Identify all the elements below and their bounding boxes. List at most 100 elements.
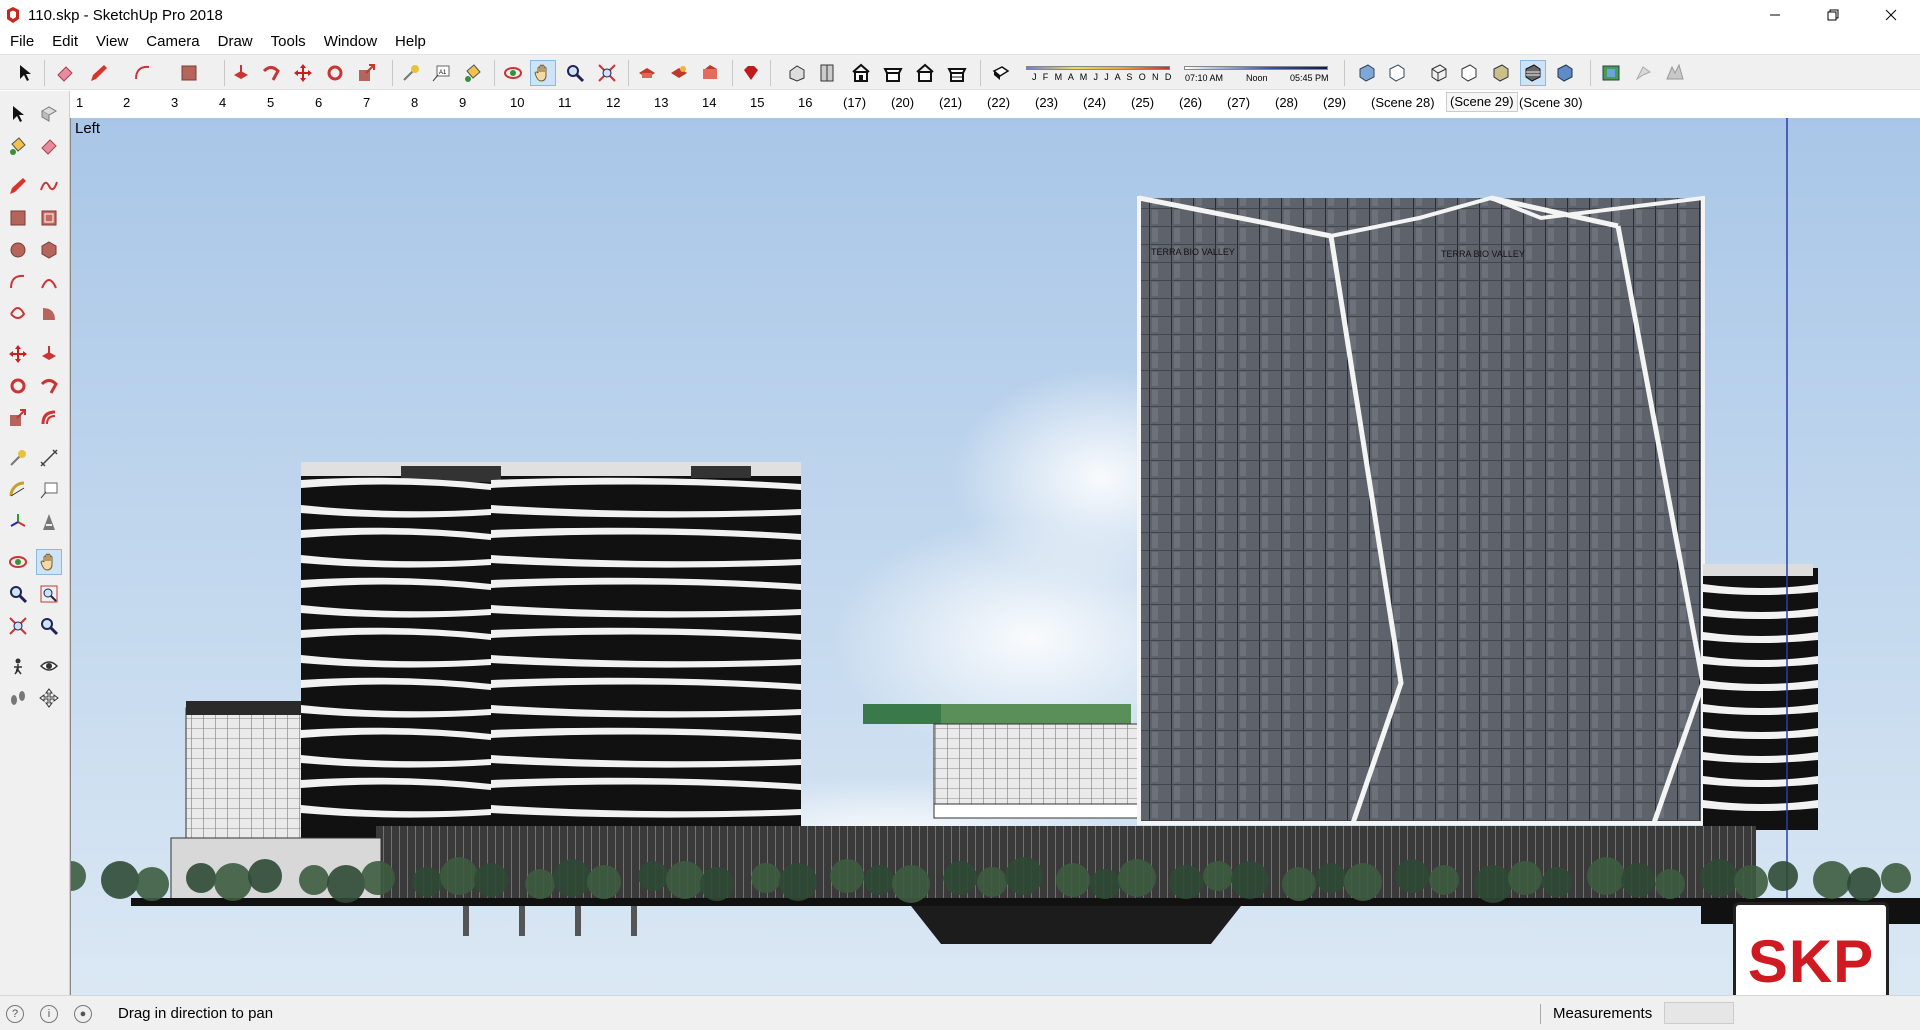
lt-rotate-button[interactable] <box>5 373 31 399</box>
lt-circle-button[interactable] <box>5 237 31 263</box>
lt-pie-button[interactable] <box>36 301 62 327</box>
lt-rectangle-button[interactable] <box>5 205 31 231</box>
lt-rotated-rectangle-button[interactable] <box>36 205 62 231</box>
menu-edit[interactable]: Edit <box>50 33 86 50</box>
scene-tab[interactable]: 9 <box>459 95 466 110</box>
scene-tab[interactable]: (24) <box>1083 95 1106 110</box>
scene-tab[interactable]: 3 <box>171 95 178 110</box>
zoom-extents-button[interactable] <box>594 60 620 86</box>
lt-offset-button[interactable] <box>36 405 62 431</box>
lt-look-around-button[interactable] <box>36 653 62 679</box>
rotate-tool-button[interactable] <box>322 60 348 86</box>
lt-followme-button[interactable] <box>36 373 62 399</box>
shadows-toggle-button[interactable] <box>988 60 1014 86</box>
scene-tab[interactable]: 12 <box>606 95 620 110</box>
rectangle-tool-button[interactable] <box>176 60 202 86</box>
select-tool-button[interactable] <box>12 60 38 86</box>
arc-tool-button[interactable] <box>130 60 156 86</box>
zoom-tool-button[interactable] <box>562 60 588 86</box>
measurements-input[interactable] <box>1664 1002 1734 1024</box>
lt-text-button[interactable] <box>36 477 62 503</box>
menu-window[interactable]: Window <box>322 33 385 50</box>
right-view-button[interactable] <box>880 60 906 86</box>
lt-axes-button[interactable] <box>5 509 31 535</box>
scene-tab[interactable]: 6 <box>315 95 322 110</box>
scene-tab[interactable]: (26) <box>1179 95 1202 110</box>
eraser-tool-button[interactable] <box>52 60 78 86</box>
shaded-style-button[interactable] <box>1488 60 1514 86</box>
scene-tab[interactable]: (20) <box>891 95 914 110</box>
lt-tape-measure-button[interactable] <box>5 445 31 471</box>
lt-scale-button[interactable] <box>5 405 31 431</box>
menu-tools[interactable]: Tools <box>269 33 314 50</box>
lt-move-button[interactable] <box>5 341 31 367</box>
followme-tool-button[interactable] <box>258 60 284 86</box>
monochrome-style-button[interactable] <box>1552 60 1578 86</box>
scene-tab[interactable]: (17) <box>843 95 866 110</box>
menu-draw[interactable]: Draw <box>216 33 261 50</box>
lt-protractor-button[interactable] <box>5 477 31 503</box>
menu-file[interactable]: File <box>8 33 42 50</box>
orbit-tool-button[interactable] <box>500 60 526 86</box>
credits-info-icon[interactable]: i <box>40 1005 58 1023</box>
lt-pan-button[interactable] <box>36 549 62 575</box>
warehouse-button[interactable] <box>634 60 660 86</box>
scene-tab[interactable]: (Scene 30) <box>1519 95 1583 110</box>
minimize-button[interactable] <box>1746 0 1804 30</box>
back-view-button[interactable] <box>912 60 938 86</box>
scene-tab[interactable]: 10 <box>510 95 524 110</box>
lt-pushpull-button[interactable] <box>36 341 62 367</box>
hidden-line-style-button[interactable] <box>1456 60 1482 86</box>
scene-tab[interactable]: 8 <box>411 95 418 110</box>
lt-select-button[interactable] <box>5 101 31 127</box>
extension-warehouse-button[interactable] <box>698 60 724 86</box>
scene-tab[interactable]: (29) <box>1323 95 1346 110</box>
wireframe-style-button[interactable] <box>1426 60 1452 86</box>
move-tool-button[interactable] <box>290 60 316 86</box>
user-account-icon[interactable]: ● <box>74 1005 92 1023</box>
scene-tab[interactable]: 16 <box>798 95 812 110</box>
menu-view[interactable]: View <box>94 33 136 50</box>
lt-position-camera-button[interactable] <box>5 653 31 679</box>
scene-tab[interactable]: 4 <box>219 95 226 110</box>
lt-line-button[interactable] <box>5 173 31 199</box>
lt-section-plane-button[interactable] <box>36 685 62 711</box>
lt-component-button[interactable] <box>36 101 62 127</box>
text-tool-button[interactable]: A1 <box>428 60 454 86</box>
restore-button[interactable] <box>1804 0 1862 30</box>
scene-tab[interactable]: 5 <box>267 95 274 110</box>
scene-tab[interactable]: (27) <box>1227 95 1250 110</box>
lt-walk-button[interactable] <box>5 685 31 711</box>
scene-tab[interactable]: (25) <box>1131 95 1154 110</box>
lt-2pt-arc-button[interactable] <box>36 269 62 295</box>
lt-3pt-arc-button[interactable] <box>5 301 31 327</box>
back-edges-style-button[interactable] <box>1384 60 1410 86</box>
scale-tool-button[interactable] <box>354 60 380 86</box>
scene-tab[interactable]: (Scene 28) <box>1371 95 1435 110</box>
ruby-console-button[interactable] <box>738 60 764 86</box>
shadow-month-slider[interactable]: J F M A M J J A S O N D <box>1026 63 1172 87</box>
lt-polygon-button[interactable] <box>36 237 62 263</box>
pushpull-tool-button[interactable] <box>228 60 254 86</box>
scene-tab[interactable]: (22) <box>987 95 1010 110</box>
paint-bucket-button[interactable] <box>460 60 486 86</box>
lt-freehand-button[interactable] <box>36 173 62 199</box>
scene-tab[interactable]: 13 <box>654 95 668 110</box>
scene-tab[interactable]: 7 <box>363 95 370 110</box>
lt-previous-view-button[interactable] <box>36 613 62 639</box>
scene-tab[interactable]: 15 <box>750 95 764 110</box>
lt-orbit-button[interactable] <box>5 549 31 575</box>
scene-tab[interactable]: (21) <box>939 95 962 110</box>
scene-tab[interactable]: 11 <box>558 95 572 110</box>
scene-tab[interactable]: 1 <box>76 95 83 110</box>
menu-help[interactable]: Help <box>393 33 434 50</box>
add-location-button[interactable] <box>1630 60 1656 86</box>
share-model-button[interactable] <box>666 60 692 86</box>
geo-location-button[interactable] <box>1598 60 1624 86</box>
line-tool-button[interactable] <box>86 60 112 86</box>
lt-3d-text-button[interactable] <box>36 509 62 535</box>
lt-eraser-button[interactable] <box>36 133 62 159</box>
scene-tab[interactable]: (28) <box>1275 95 1298 110</box>
menu-camera[interactable]: Camera <box>144 33 207 50</box>
lt-zoom-window-button[interactable] <box>36 581 62 607</box>
